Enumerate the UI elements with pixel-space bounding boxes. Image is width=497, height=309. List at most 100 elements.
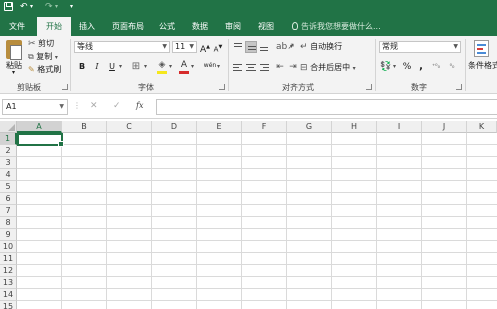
undo-dropdown-icon[interactable]: ▾ — [30, 2, 33, 12]
decrease-indent-icon[interactable]: ⇤ — [274, 61, 286, 73]
column-header-j[interactable]: J — [422, 121, 467, 133]
fill-color-swatch — [157, 71, 167, 74]
copy-button[interactable]: ⧉ 复制 ▾ — [28, 51, 58, 62]
tab-view[interactable]: 视图 — [253, 17, 279, 36]
tab-review[interactable]: 审阅 — [220, 17, 246, 36]
percent-button[interactable]: % — [401, 61, 413, 73]
phonetic-dropdown-icon[interactable]: ▾ — [217, 63, 220, 70]
currency-dropdown-icon[interactable]: ▾ — [393, 63, 396, 70]
phonetic-icon[interactable]: wén — [203, 60, 217, 72]
redo-dropdown-icon[interactable]: ▾ — [55, 2, 58, 12]
align-right-button[interactable] — [258, 61, 270, 73]
column-header-g[interactable]: G — [287, 121, 332, 133]
row-header-13[interactable]: 13 — [0, 277, 17, 289]
borders-dropdown-icon[interactable]: ▾ — [144, 63, 147, 70]
insert-function-icon[interactable]: fx — [136, 101, 143, 110]
tab-data[interactable]: 数据 — [187, 17, 213, 36]
clipboard-launcher-icon[interactable] — [62, 84, 68, 90]
row-header-14[interactable]: 14 — [0, 289, 17, 301]
cell-area[interactable] — [17, 133, 497, 309]
tab-home[interactable]: 开始 — [37, 17, 71, 36]
column-header-i[interactable]: I — [377, 121, 422, 133]
select-all-button[interactable] — [0, 121, 17, 133]
fill-color-icon[interactable]: ◈ — [156, 59, 168, 71]
increase-indent-icon[interactable]: ⇥ — [287, 61, 299, 73]
column-header-f[interactable]: F — [242, 121, 287, 133]
wrap-text-button[interactable]: ↵ 自动换行 — [300, 41, 342, 52]
underline-dropdown-icon[interactable]: ▾ — [119, 63, 122, 70]
save-icon[interactable] — [4, 2, 13, 11]
column-header-b[interactable]: B — [62, 121, 107, 133]
column-header-e[interactable]: E — [197, 121, 242, 133]
underline-button[interactable]: U — [106, 61, 118, 73]
borders-icon[interactable]: ⊞ — [130, 61, 142, 73]
merge-center-button[interactable]: ⊟ 合并后居中 ▾ — [300, 62, 356, 73]
row-header-12[interactable]: 12 — [0, 265, 17, 277]
align-bottom-button[interactable] — [258, 41, 270, 53]
customize-qat-icon[interactable]: ▾ — [70, 2, 73, 12]
formula-input[interactable] — [156, 99, 497, 115]
row-header-9[interactable]: 9 — [0, 229, 17, 241]
font-size-combo[interactable]: 11 ▼ — [172, 41, 197, 53]
font-color-icon[interactable]: A — [178, 59, 190, 71]
row-header-10[interactable]: 10 — [0, 241, 17, 253]
row-header-6[interactable]: 6 — [0, 193, 17, 205]
italic-button[interactable]: I — [91, 61, 103, 73]
row-header-7[interactable]: 7 — [0, 205, 17, 217]
row-header-1[interactable]: 1 — [0, 133, 17, 145]
tab-insert[interactable]: 插入 — [74, 17, 100, 36]
tab-formulas[interactable]: 公式 — [154, 17, 180, 36]
increase-decimal-icon[interactable]: ⁺⁰₀ — [429, 61, 443, 73]
font-name-combo[interactable]: 等线 ▼ — [74, 41, 170, 53]
column-header-k[interactable]: K — [467, 121, 497, 133]
ribbon-tabs: 文件 开始 插入 页面布局 公式 数据 审阅 视图 告诉我您想要做什么... — [0, 14, 497, 36]
format-painter-button[interactable]: ✎ 格式刷 — [28, 64, 61, 75]
align-center-button[interactable] — [245, 61, 257, 73]
chevron-down-icon: ▼ — [453, 43, 458, 50]
row-header-4[interactable]: 4 — [0, 169, 17, 181]
paste-dropdown-icon[interactable]: ▾ — [12, 69, 15, 76]
align-left-button[interactable] — [232, 61, 244, 73]
orientation-dropdown-icon[interactable]: ▾ — [290, 43, 293, 50]
name-box[interactable]: A1 ▼ — [2, 99, 68, 115]
decrease-decimal-icon[interactable]: ⁰₀ — [445, 61, 459, 73]
currency-icon[interactable]: 💱 — [380, 61, 392, 73]
undo-icon[interactable]: ↶ — [20, 2, 28, 12]
shrink-font-button[interactable]: A▼ — [212, 41, 224, 53]
row-header-2[interactable]: 2 — [0, 145, 17, 157]
fill-dropdown-icon[interactable]: ▾ — [169, 63, 172, 70]
font-color-dropdown-icon[interactable]: ▾ — [191, 63, 194, 70]
number-group-label: 数字 — [411, 83, 427, 92]
number-format-combo[interactable]: 常规 ▼ — [379, 41, 461, 53]
row-header-11[interactable]: 11 — [0, 253, 17, 265]
alignment-launcher-icon[interactable] — [366, 84, 372, 90]
ribbon-home: 粘贴 ▾ ✂ 剪切 ⧉ 复制 ▾ ✎ 格式刷 剪贴板 等线 ▼ 11 ▼ A▲ … — [0, 36, 497, 94]
comma-button[interactable]: , — [415, 61, 427, 73]
tell-me-search[interactable]: 告诉我您想要做什么... — [292, 17, 381, 36]
number-launcher-icon[interactable] — [456, 84, 462, 90]
row-header-8[interactable]: 8 — [0, 217, 17, 229]
column-header-a[interactable]: A — [17, 121, 62, 133]
tab-page-layout[interactable]: 页面布局 — [108, 17, 148, 36]
group-divider — [70, 39, 71, 91]
clipboard-group-label: 剪贴板 — [17, 83, 41, 92]
row-header-5[interactable]: 5 — [0, 181, 17, 193]
column-header-c[interactable]: C — [107, 121, 152, 133]
font-launcher-icon[interactable] — [219, 84, 225, 90]
orientation-icon[interactable]: ab↗ — [276, 41, 295, 53]
group-divider — [375, 39, 376, 91]
bold-button[interactable]: B — [76, 61, 88, 73]
grow-font-button[interactable]: A▲ — [199, 41, 211, 55]
column-header-h[interactable]: H — [332, 121, 377, 133]
cancel-icon[interactable]: ✕ — [90, 101, 98, 111]
align-middle-button[interactable] — [245, 41, 257, 53]
enter-icon[interactable]: ✓ — [113, 101, 121, 111]
tab-file[interactable]: 文件 — [4, 17, 30, 36]
active-cell-a1[interactable] — [17, 133, 64, 147]
row-header-15[interactable]: 15 — [0, 301, 17, 309]
cut-button[interactable]: ✂ 剪切 — [28, 38, 54, 49]
row-header-3[interactable]: 3 — [0, 157, 17, 169]
align-top-button[interactable] — [232, 41, 244, 53]
redo-icon[interactable]: ↷ — [45, 2, 53, 12]
column-header-d[interactable]: D — [152, 121, 197, 133]
